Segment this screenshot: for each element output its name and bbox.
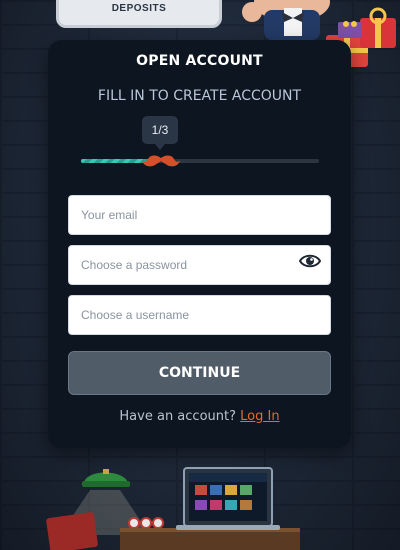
email-field[interactable] — [68, 195, 331, 235]
progress-bar — [81, 159, 319, 163]
form-title: OPEN ACCOUNT — [136, 53, 263, 69]
chips-icon — [128, 517, 164, 529]
continue-button[interactable]: CONTINUE — [68, 351, 331, 395]
eye-icon[interactable] — [299, 253, 321, 269]
deposits-label: DEPOSITS — [111, 3, 167, 14]
login-link[interactable]: Log In — [240, 409, 279, 424]
step-indicator: 1/3 — [142, 116, 178, 150]
login-prompt: Have an account? Log In — [48, 409, 351, 424]
username-field[interactable] — [68, 295, 331, 335]
desk-scene — [46, 467, 300, 550]
password-field[interactable] — [68, 245, 331, 285]
mustache-icon — [142, 155, 180, 167]
open-account-panel: OPEN ACCOUNT FILL IN TO CREATE ACCOUNT 1… — [48, 40, 351, 448]
deposits-card[interactable]: DEPOSITS — [56, 0, 222, 28]
laptop-icon — [176, 467, 280, 530]
have-account-text: Have an account? — [119, 409, 241, 424]
form-subtitle: FILL IN TO CREATE ACCOUNT — [97, 88, 302, 104]
